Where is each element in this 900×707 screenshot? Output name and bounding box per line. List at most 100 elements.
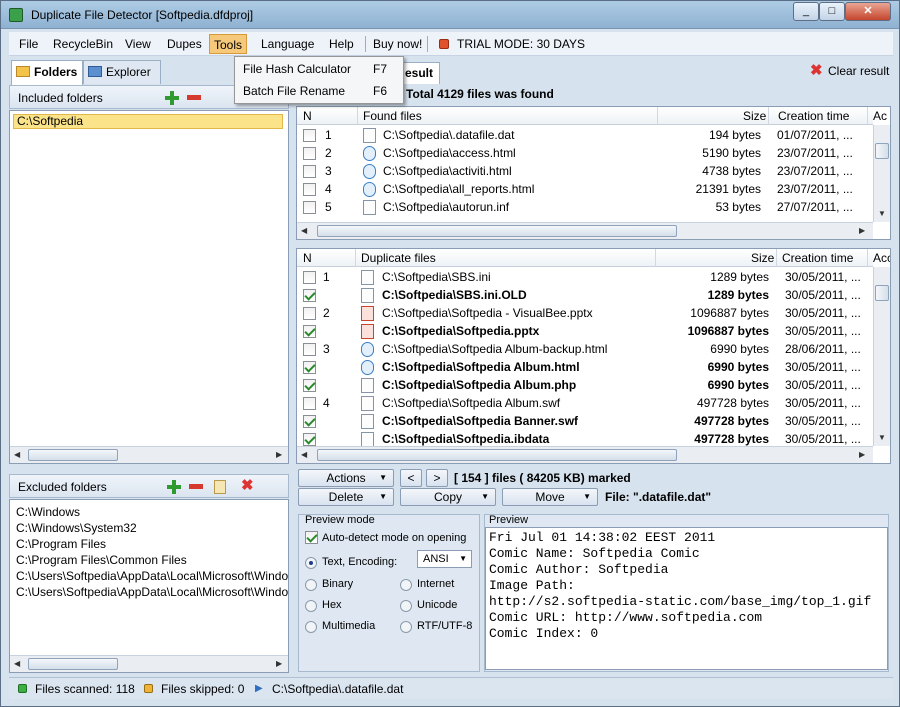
next-button[interactable]: >	[426, 469, 448, 487]
col-creation-time[interactable]: Creation time	[778, 109, 849, 123]
add-included-folder-icon[interactable]	[165, 91, 179, 105]
move-button[interactable]: Move ▼	[502, 488, 598, 506]
add-excluded-folder-icon[interactable]	[167, 480, 181, 494]
menu-tools[interactable]: Tools	[209, 34, 248, 54]
included-hscrollbar[interactable]: ◀ ▶	[10, 446, 288, 463]
clear-result-icon[interactable]: ✖	[810, 63, 823, 78]
file-icon	[363, 128, 376, 143]
radio-binary[interactable]	[305, 579, 317, 591]
radio-multimedia[interactable]	[305, 621, 317, 633]
radio-hex[interactable]	[305, 600, 317, 612]
tab-result[interactable]: esult	[398, 62, 441, 84]
close-button[interactable]: ✕	[845, 2, 891, 21]
row-checkbox[interactable]	[303, 289, 316, 302]
table-row[interactable]: C:\Softpedia\Softpedia.pptx 1096887 bytes…	[297, 322, 873, 340]
encoding-select[interactable]: ANSI ▼	[417, 550, 472, 568]
dups-hscrollbar[interactable]: ◀ ▶	[297, 446, 873, 463]
col-found-files[interactable]: Found files	[363, 109, 422, 123]
dups-vscrollbar[interactable]: ▼	[873, 267, 890, 446]
remove-included-folder-icon[interactable]	[187, 95, 201, 100]
list-item[interactable]: C:\Windows\System32	[16, 520, 288, 536]
row-checkbox[interactable]	[303, 147, 316, 160]
clear-result-button[interactable]: Clear result	[828, 64, 889, 78]
prev-button[interactable]: <	[400, 469, 422, 487]
table-row[interactable]: C:\Softpedia\Softpedia Banner.swf 497728 …	[297, 412, 873, 430]
menu-view[interactable]: View	[121, 34, 155, 54]
scroll-thumb[interactable]	[875, 143, 889, 159]
table-row[interactable]: 2 C:\Softpedia\Softpedia - VisualBee.pptx…	[297, 304, 873, 322]
col-creation-time[interactable]: Creation time	[782, 251, 853, 265]
list-item[interactable]: C:\Softpedia	[13, 114, 283, 129]
scroll-thumb[interactable]	[875, 285, 889, 301]
row-checkbox[interactable]	[303, 201, 316, 214]
row-checkbox[interactable]	[303, 361, 316, 374]
col-size[interactable]: Size	[743, 109, 766, 123]
menu-item-batch-file-rename[interactable]: Batch File Rename F6	[235, 80, 403, 102]
row-checkbox[interactable]	[303, 415, 316, 428]
copy-button[interactable]: Copy ▼	[400, 488, 496, 506]
table-row[interactable]: 5 C:\Softpedia\autorun.inf 53 bytes 27/0…	[297, 198, 873, 216]
maximize-button[interactable]: □	[819, 2, 845, 21]
list-item[interactable]: C:\Program Files\Common Files	[16, 552, 288, 568]
table-row[interactable]: 1 C:\Softpedia\.datafile.dat 194 bytes 0…	[297, 126, 873, 144]
table-row[interactable]: 4 C:\Softpedia\all_reports.html 21391 by…	[297, 180, 873, 198]
excluded-folders-list: C:\Windows C:\Windows\System32 C:\Progra…	[9, 499, 289, 673]
table-row[interactable]: 3 C:\Softpedia\activiti.html 4738 bytes …	[297, 162, 873, 180]
col-size[interactable]: Size	[751, 251, 774, 265]
actions-button[interactable]: Actions ▼	[298, 469, 394, 487]
table-row[interactable]: 4 C:\Softpedia\Softpedia Album.swf 497728 …	[297, 394, 873, 412]
row-checkbox[interactable]	[303, 307, 316, 320]
table-row[interactable]: C:\Softpedia\Softpedia Album.html 6990 by…	[297, 358, 873, 376]
auto-detect-checkbox[interactable]	[305, 531, 318, 544]
found-vscrollbar[interactable]: ▼	[873, 125, 890, 222]
row-checkbox[interactable]	[303, 183, 316, 196]
table-row[interactable]: 3 C:\Softpedia\Softpedia Album-backup.htm…	[297, 340, 873, 358]
list-item[interactable]: C:\Program Files	[16, 536, 288, 552]
menu-dupes[interactable]: Dupes	[163, 34, 206, 54]
tab-explorer[interactable]: Explorer	[83, 60, 161, 84]
row-checkbox[interactable]	[303, 325, 316, 338]
list-item[interactable]: C:\Users\Softpedia\AppData\Local\Microso…	[16, 568, 288, 584]
menu-help[interactable]: Help	[325, 34, 358, 54]
menu-file[interactable]: File	[15, 34, 42, 54]
row-checkbox[interactable]	[303, 129, 316, 142]
table-row[interactable]: 2 C:\Softpedia\access.html 5190 bytes 23…	[297, 144, 873, 162]
edit-excluded-folder-icon[interactable]	[214, 480, 226, 494]
found-hscrollbar[interactable]: ◀ ▶	[297, 222, 873, 239]
minimize-button[interactable]: _	[793, 2, 819, 21]
col-n[interactable]: N	[303, 251, 312, 265]
row-checkbox[interactable]	[303, 433, 316, 446]
scroll-thumb[interactable]	[28, 658, 118, 670]
scroll-thumb[interactable]	[317, 225, 677, 237]
remove-excluded-folder-icon[interactable]	[189, 484, 203, 489]
row-checkbox[interactable]	[303, 165, 316, 178]
list-item[interactable]: C:\Windows	[16, 504, 288, 520]
row-checkbox[interactable]	[303, 271, 316, 284]
table-row[interactable]: C:\Softpedia\Softpedia Album.php 6990 byt…	[297, 376, 873, 394]
radio-internet[interactable]	[400, 579, 412, 591]
radio-rtf[interactable]	[400, 621, 412, 633]
menu-item-file-hash-calculator[interactable]: File Hash Calculator F7	[235, 58, 403, 80]
scroll-thumb[interactable]	[317, 449, 677, 461]
menu-language[interactable]: Language	[257, 34, 318, 54]
clear-excluded-folders-icon[interactable]: ✖	[241, 478, 254, 493]
delete-button[interactable]: Delete ▼	[298, 488, 394, 506]
row-checkbox[interactable]	[303, 397, 316, 410]
list-item[interactable]: C:\Users\Softpedia\AppData\Local\Microso…	[16, 584, 288, 600]
table-row[interactable]: C:\Softpedia\SBS.ini.OLD 1289 bytes 30/05/…	[297, 286, 873, 304]
menu-recyclebin[interactable]: RecycleBin	[49, 34, 117, 54]
preview-text[interactable]: Fri Jul 01 14:38:02 EEST 2011 Comic Name…	[485, 527, 888, 670]
scroll-thumb[interactable]	[28, 449, 118, 461]
radio-text[interactable]	[305, 557, 317, 569]
col-access[interactable]: Acce	[873, 251, 890, 265]
tab-folders[interactable]: Folders	[11, 60, 83, 85]
row-checkbox[interactable]	[303, 379, 316, 392]
radio-unicode[interactable]	[400, 600, 412, 612]
col-n[interactable]: N	[303, 109, 312, 123]
col-duplicate-files[interactable]: Duplicate files	[361, 251, 436, 265]
table-row[interactable]: 1 C:\Softpedia\SBS.ini 1289 bytes 30/05/201…	[297, 268, 873, 286]
row-checkbox[interactable]	[303, 343, 316, 356]
menu-buy-now[interactable]: Buy now!	[369, 34, 426, 54]
col-access[interactable]: Ac	[873, 109, 887, 123]
excluded-hscrollbar[interactable]: ◀ ▶	[10, 655, 288, 672]
